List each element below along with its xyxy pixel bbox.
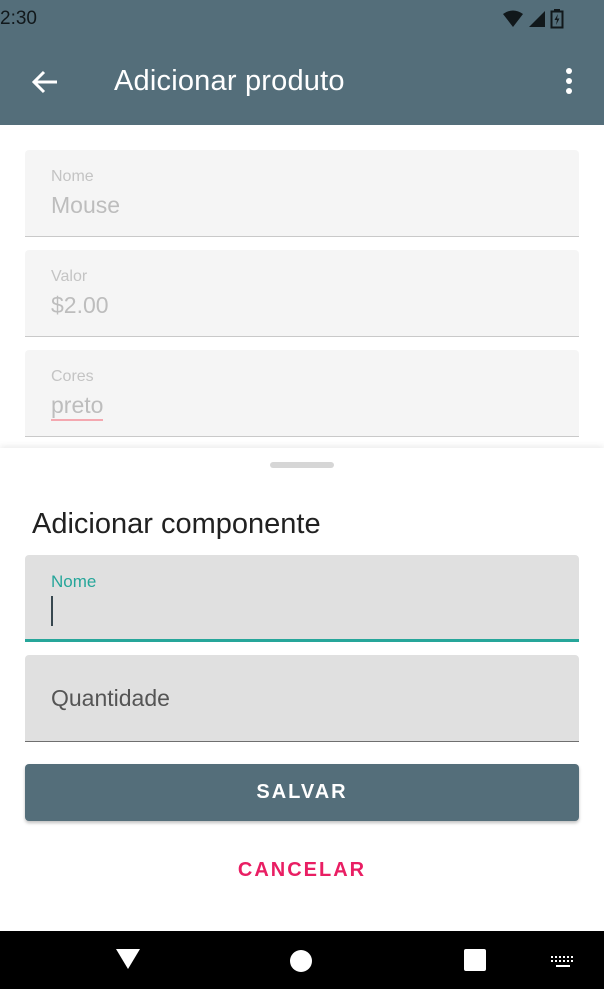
field-value: Mouse — [51, 192, 121, 218]
signal-icon — [529, 11, 545, 27]
field-value: $2.00 — [51, 292, 109, 318]
navigation-bar — [0, 931, 604, 989]
status-time: 2:30 — [0, 8, 37, 29]
nav-back-button[interactable] — [115, 948, 141, 975]
keyboard-icon — [551, 956, 573, 967]
save-button[interactable]: SALVAR — [25, 764, 579, 821]
back-button[interactable] — [28, 65, 62, 99]
status-icons — [502, 9, 564, 29]
cancel-button[interactable]: CANCELAR — [200, 848, 404, 892]
component-name-label: Nome — [51, 572, 97, 591]
product-colors-field[interactable]: Cores preto — [25, 350, 579, 437]
quantity-input[interactable]: Quantidade — [25, 655, 579, 742]
home-circle-icon — [290, 950, 312, 972]
app-bar: Adicionar produto — [0, 38, 604, 125]
page-title: Adicionar produto — [114, 65, 345, 97]
product-price-field[interactable]: Valor $2.00 — [25, 250, 579, 337]
nav-keyboard-button[interactable] — [550, 955, 576, 976]
battery-icon — [550, 9, 564, 29]
component-name-input[interactable]: Nome — [25, 555, 579, 642]
nav-recents-button[interactable] — [463, 948, 487, 977]
status-bar: 2:30 — [0, 0, 604, 38]
field-label: Cores — [51, 368, 94, 385]
recents-square-icon — [464, 949, 486, 971]
field-label: Valor — [51, 268, 88, 285]
drag-handle[interactable] — [270, 462, 334, 468]
wifi-icon — [503, 10, 523, 27]
sheet-title: Adicionar componente — [32, 508, 321, 540]
field-label: Nome — [51, 168, 94, 185]
back-triangle-icon — [116, 949, 140, 969]
more-vert-icon — [566, 68, 572, 94]
nav-home-button[interactable] — [289, 949, 313, 978]
quantity-placeholder: Quantidade — [51, 685, 170, 711]
arrow-back-icon — [31, 70, 57, 94]
screen: 2:30 Adicionar produto Nome Mouse Valor … — [0, 0, 604, 989]
field-value: preto — [51, 392, 104, 421]
more-options-button[interactable] — [556, 66, 582, 98]
product-name-field[interactable]: Nome Mouse — [25, 150, 579, 237]
bottom-sheet: Adicionar componente Nome Quantidade SAL… — [0, 448, 604, 931]
text-cursor — [51, 596, 53, 626]
